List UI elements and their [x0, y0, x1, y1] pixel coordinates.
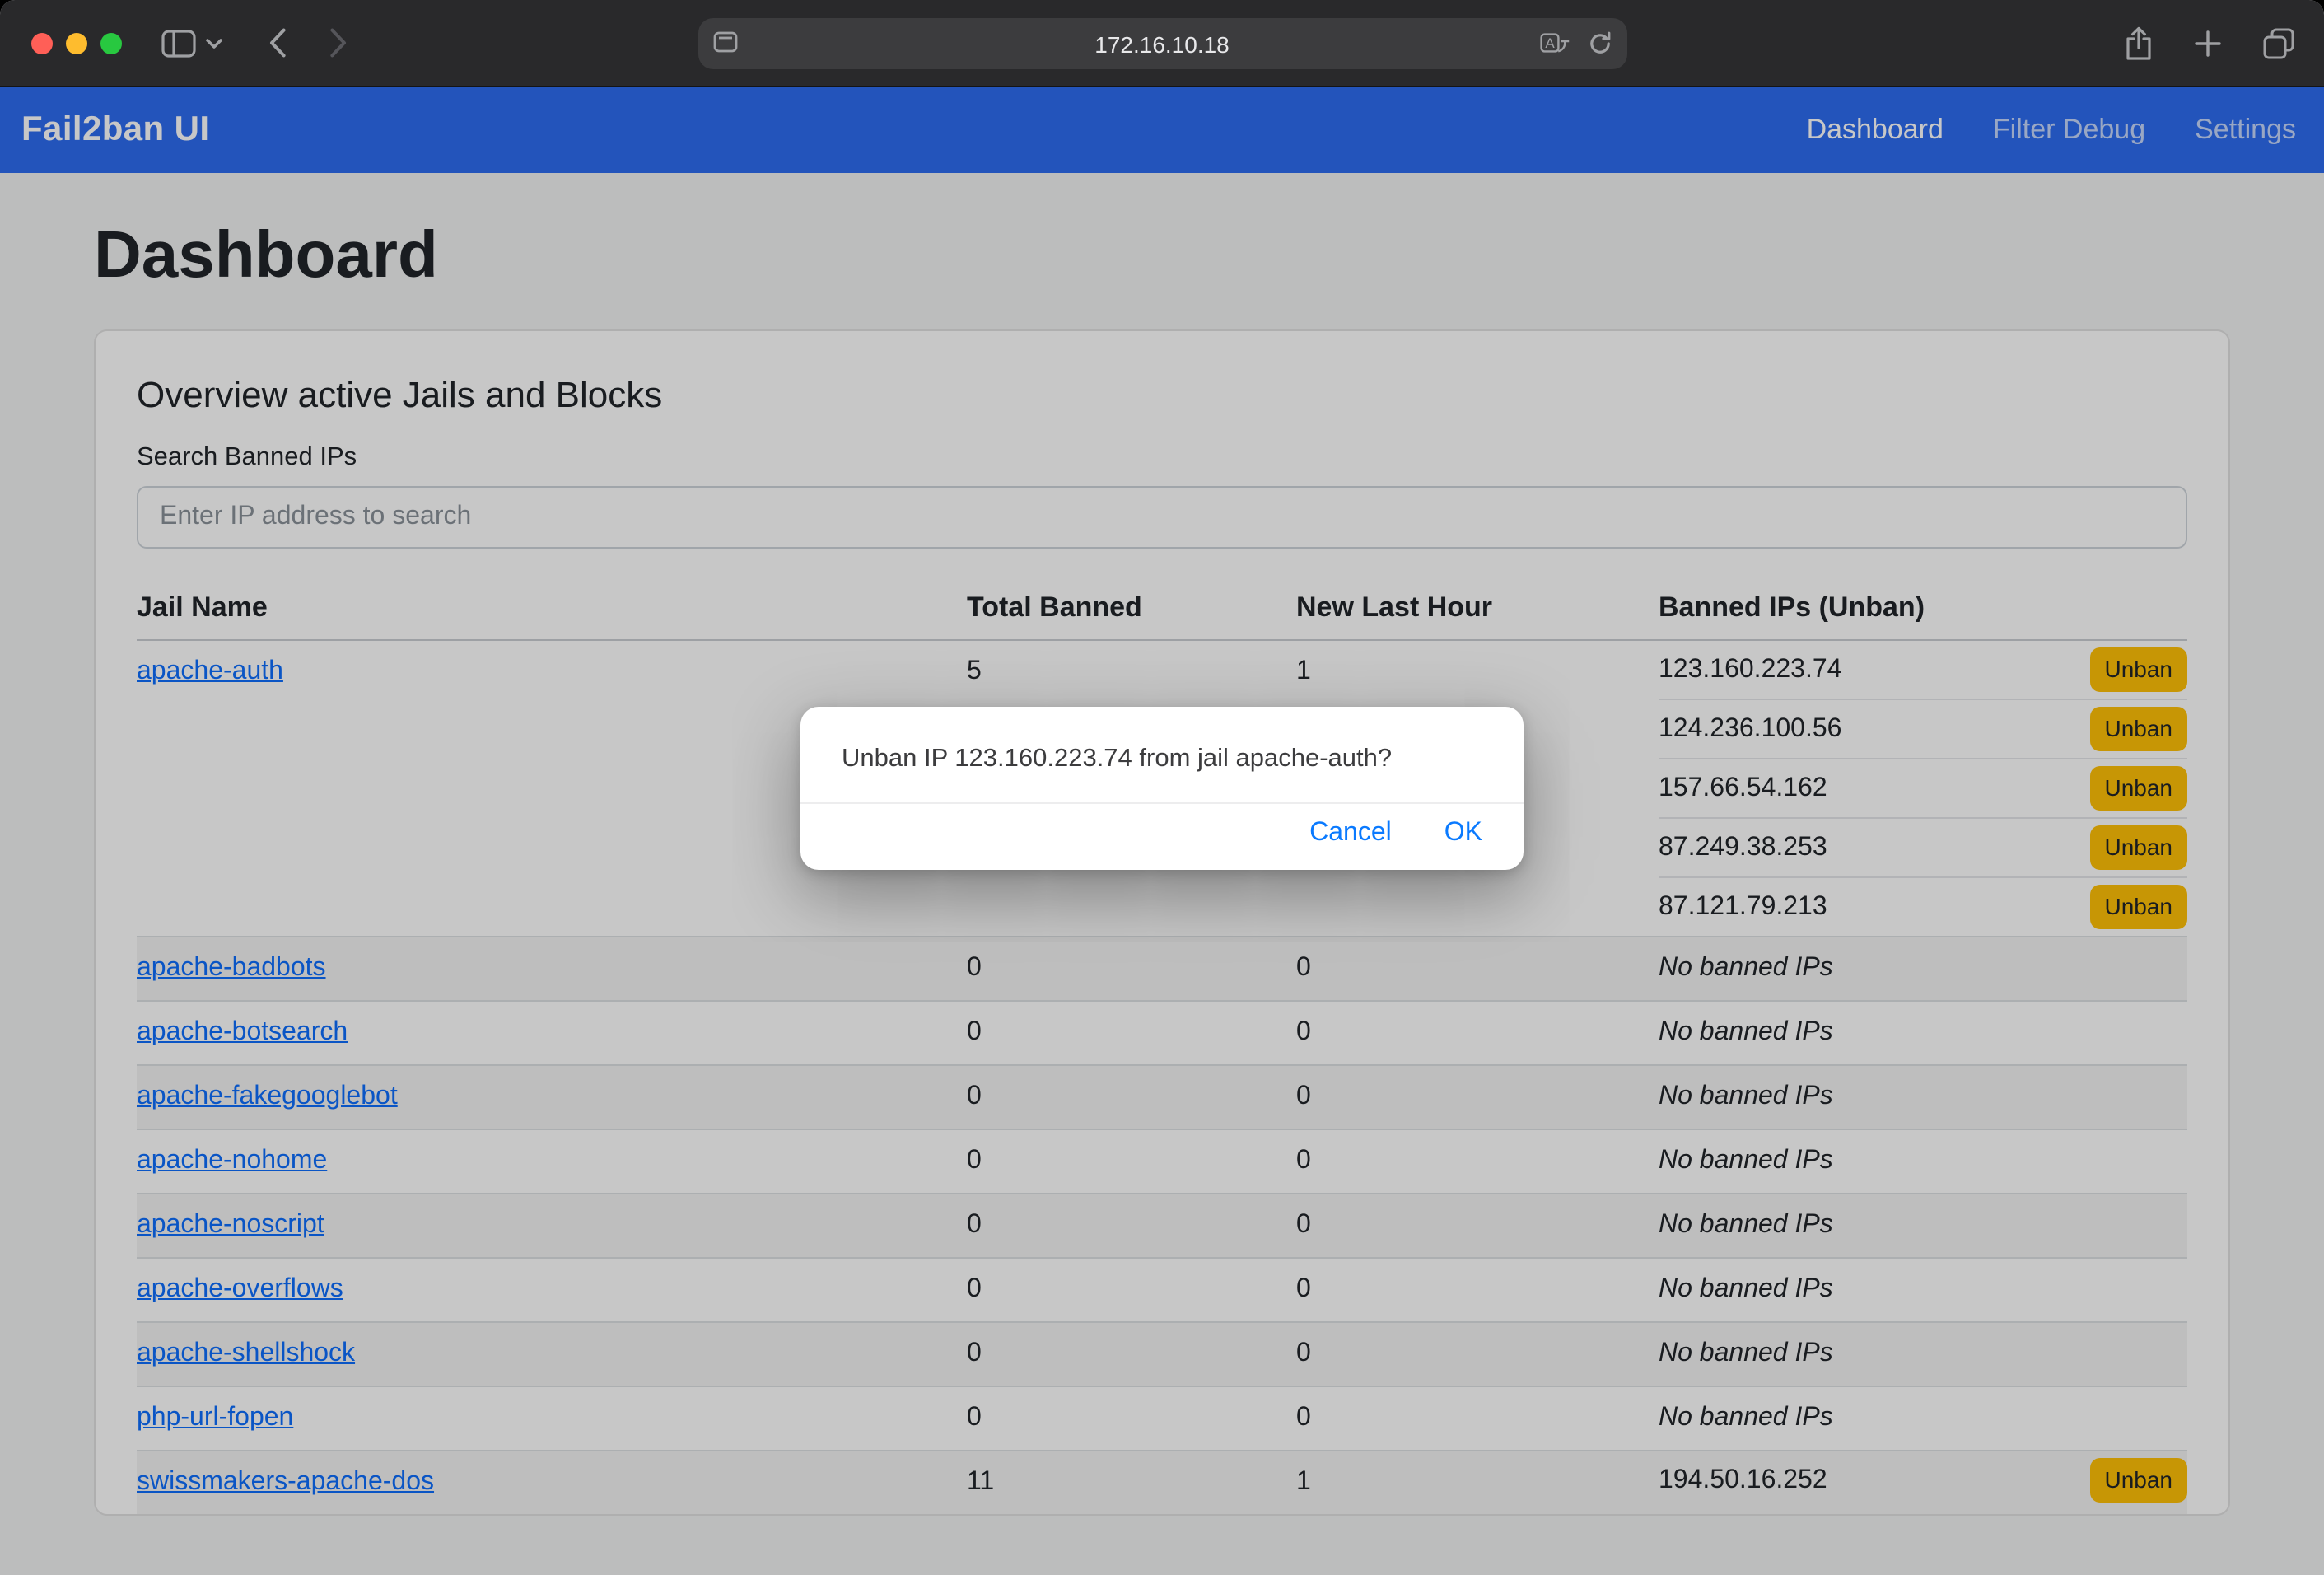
- translate-icon[interactable]: A: [1539, 32, 1569, 55]
- sidebar-toggle-icon[interactable]: [161, 29, 196, 57]
- new-tab-icon[interactable]: [2194, 29, 2222, 57]
- dialog-footer: Cancel OK: [800, 802, 1524, 870]
- svg-text:A: A: [1544, 35, 1554, 50]
- share-icon[interactable]: [2125, 26, 2153, 60]
- minimize-window-button[interactable]: [66, 32, 87, 54]
- unban-confirm-dialog: Unban IP 123.160.223.74 from jail apache…: [800, 707, 1524, 870]
- reload-icon[interactable]: [1587, 31, 1612, 56]
- page-format-icon[interactable]: [712, 31, 737, 53]
- dialog-message: Unban IP 123.160.223.74 from jail apache…: [800, 707, 1524, 802]
- dialog-cancel-button[interactable]: Cancel: [1309, 819, 1392, 848]
- close-window-button[interactable]: [31, 32, 53, 54]
- tab-overview-icon[interactable]: [2263, 27, 2294, 58]
- forward-button-icon[interactable]: [329, 28, 348, 58]
- zoom-window-button[interactable]: [100, 32, 122, 54]
- traffic-lights: [31, 32, 122, 54]
- browser-toolbar: 172.16.10.18 A: [0, 0, 2324, 87]
- address-bar[interactable]: 172.16.10.18 A: [698, 18, 1626, 69]
- dialog-ok-button[interactable]: OK: [1444, 819, 1482, 848]
- address-bar-url: 172.16.10.18: [1094, 30, 1230, 57]
- back-button-icon[interactable]: [268, 28, 287, 58]
- chevron-down-icon[interactable]: [206, 37, 222, 49]
- browser-window: 172.16.10.18 A Fail2ban: [0, 0, 2324, 1575]
